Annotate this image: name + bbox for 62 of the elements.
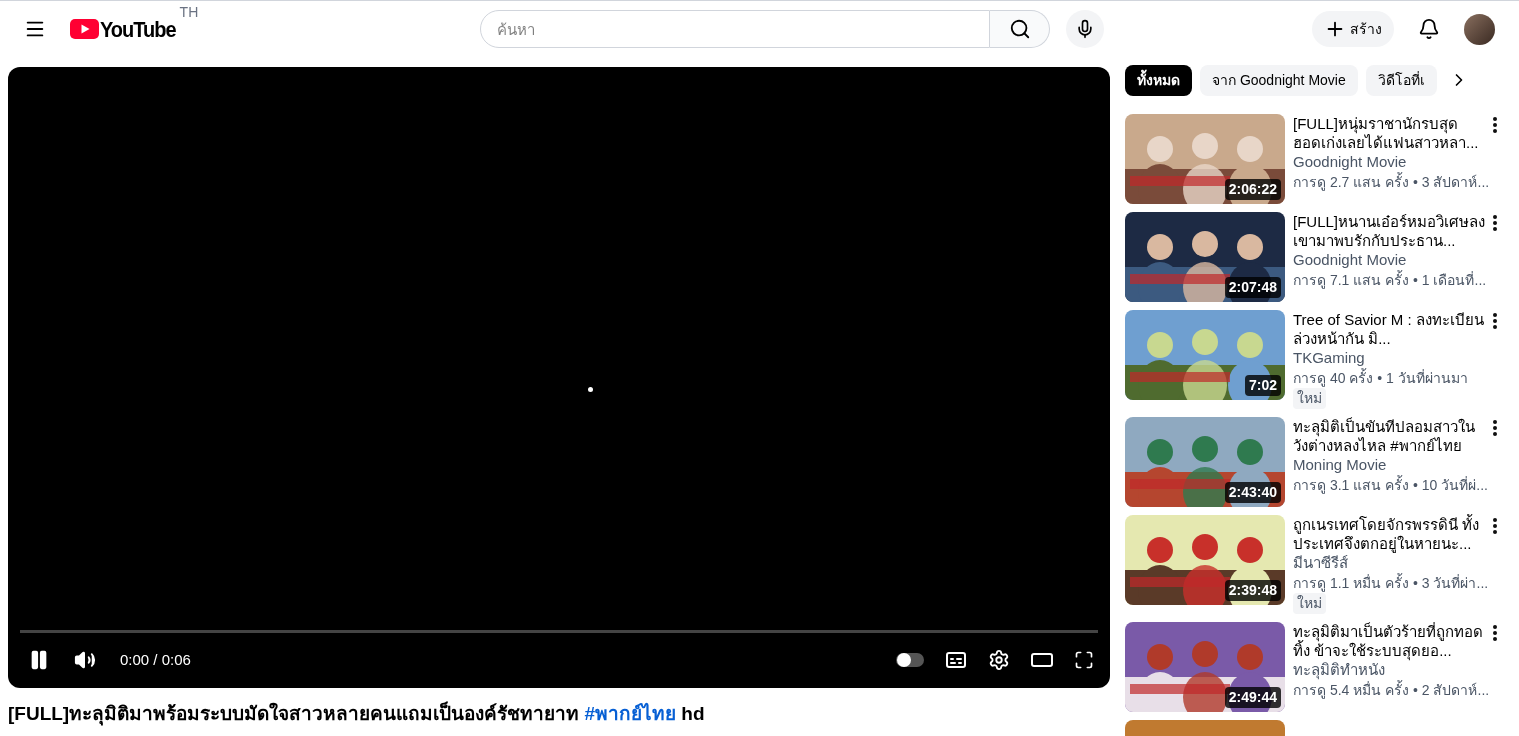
search-field[interactable]: ค้นหา xyxy=(480,10,991,48)
logo-icon xyxy=(70,19,99,39)
more-button[interactable] xyxy=(1493,313,1497,329)
more-icon xyxy=(1493,420,1497,436)
avatar[interactable] xyxy=(1464,13,1495,45)
more-button[interactable] xyxy=(1493,117,1497,133)
video-title-link[interactable]: ถูกเนรเทศโดยจักรพรรดินี ทั้งประเทศจึงตกอยู่ในหายนะ... xyxy=(1293,515,1485,553)
fullscreen-icon xyxy=(1074,650,1094,670)
channel-name[interactable]: ทะลุมิติทำหนัง xyxy=(1293,660,1493,680)
more-button[interactable] xyxy=(1493,625,1497,641)
duration-badge: 2:43:40 xyxy=(1224,482,1281,503)
video-title-link[interactable]: [FULL]หนานเอ๋อร์หมอวิเศษลงเขามาพบรักกับประธาน... xyxy=(1293,212,1485,250)
more-icon xyxy=(1493,313,1497,329)
autoplay-toggle[interactable] xyxy=(896,653,924,667)
hashtag-link[interactable]: #พากย์ไทย xyxy=(584,703,677,724)
more-button[interactable] xyxy=(1493,420,1497,436)
voice-search-button[interactable] xyxy=(1066,10,1105,48)
volume-icon xyxy=(74,649,96,671)
more-button[interactable] xyxy=(1493,215,1497,231)
more-icon xyxy=(1493,117,1497,133)
more-button[interactable] xyxy=(1493,518,1497,534)
video-title-link[interactable]: Tree of Savior M : ลงทะเบียนล่วงหน้ากัน มิ... xyxy=(1293,310,1485,348)
more-icon xyxy=(1493,625,1497,641)
channel-name[interactable]: Goodnight Movie xyxy=(1293,250,1493,270)
filter-chip[interactable]: วิดีโอที่เ xyxy=(1365,64,1437,96)
video-title-link[interactable]: ทะลุมิติมาเป็นตัวร้ายที่ถูกทอดทิ้ง ข้าจะใช้ระบบสุดยอ... xyxy=(1293,622,1485,660)
view-info: การดู 5.4 หมื่น ครั้ง • 2 สัปดาห์... xyxy=(1293,680,1490,700)
channel-name[interactable]: TKGaming xyxy=(1293,348,1493,368)
duration-badge: 2:07:48 xyxy=(1224,277,1281,298)
fullscreen-button[interactable] xyxy=(1074,650,1094,670)
more-icon xyxy=(1493,215,1497,231)
new-badge: ใหม่ xyxy=(1293,593,1326,614)
filter-chip[interactable]: จาก Goodnight Movie xyxy=(1200,64,1358,96)
view-info: การดู 3.1 แสน ครั้ง • 10 วันที่ผ่... xyxy=(1293,475,1488,495)
progress-track[interactable] xyxy=(20,630,1098,633)
video-title-link[interactable]: ทะลุมิติเป็นขันทีปลอมสาวในวังต่างหลงไหล #พากย์ไทย xyxy=(1293,417,1485,455)
channel-name[interactable]: มีนาซีรีส์ xyxy=(1293,553,1493,573)
search-button[interactable] xyxy=(990,10,1051,48)
channel-name[interactable]: Goodnight Movie xyxy=(1293,152,1493,172)
view-info: การดู 2.7 แสน ครั้ง • 3 สัปดาห์... xyxy=(1293,172,1490,192)
filter-chip[interactable]: ทั้งหมด xyxy=(1125,64,1192,96)
video-player[interactable]: 0:00 / 0:06 xyxy=(8,67,1110,688)
more-icon xyxy=(1493,518,1497,534)
duration-badge: 7:02 xyxy=(1244,375,1281,396)
duration-badge: 2:06:22 xyxy=(1224,179,1281,200)
create-button[interactable]: สร้าง xyxy=(1312,11,1394,47)
logo-text: YouTube xyxy=(100,15,176,44)
video-title-link[interactable]: [FULL]หนุ่มราชานักรบสุดฮอดเก่งเลยได้แฟนสาวหลา... xyxy=(1293,114,1485,152)
view-info: การดู 7.1 แสน ครั้ง • 1 เดือนที่... xyxy=(1293,270,1487,290)
search-icon xyxy=(1008,18,1031,40)
region-label: TH xyxy=(179,3,199,22)
new-badge: ใหม่ xyxy=(1293,388,1326,409)
view-info: การดู 1.1 หมื่น ครั้ง • 3 วันที่ผ่า... xyxy=(1293,573,1489,593)
settings-button[interactable] xyxy=(988,649,1010,671)
duration-badge: 2:49:44 xyxy=(1224,687,1281,708)
bell-icon xyxy=(1418,18,1440,40)
view-info: การดู 40 ครั้ง • 1 วันที่ผ่านมา xyxy=(1293,368,1468,388)
duration-badge: 2:39:48 xyxy=(1224,580,1281,601)
video-title: [FULL]ทะลุมิติมาพร้อมระบบมัดใจสาวหลายคนแถมเป็นองค์รัชทายาท #พากย์ไทย hd xyxy=(8,700,706,728)
channel-name[interactable]: Moning Movie xyxy=(1293,455,1493,475)
time-display: 0:00 / 0:06 xyxy=(120,649,191,670)
settings-icon xyxy=(988,649,1010,671)
